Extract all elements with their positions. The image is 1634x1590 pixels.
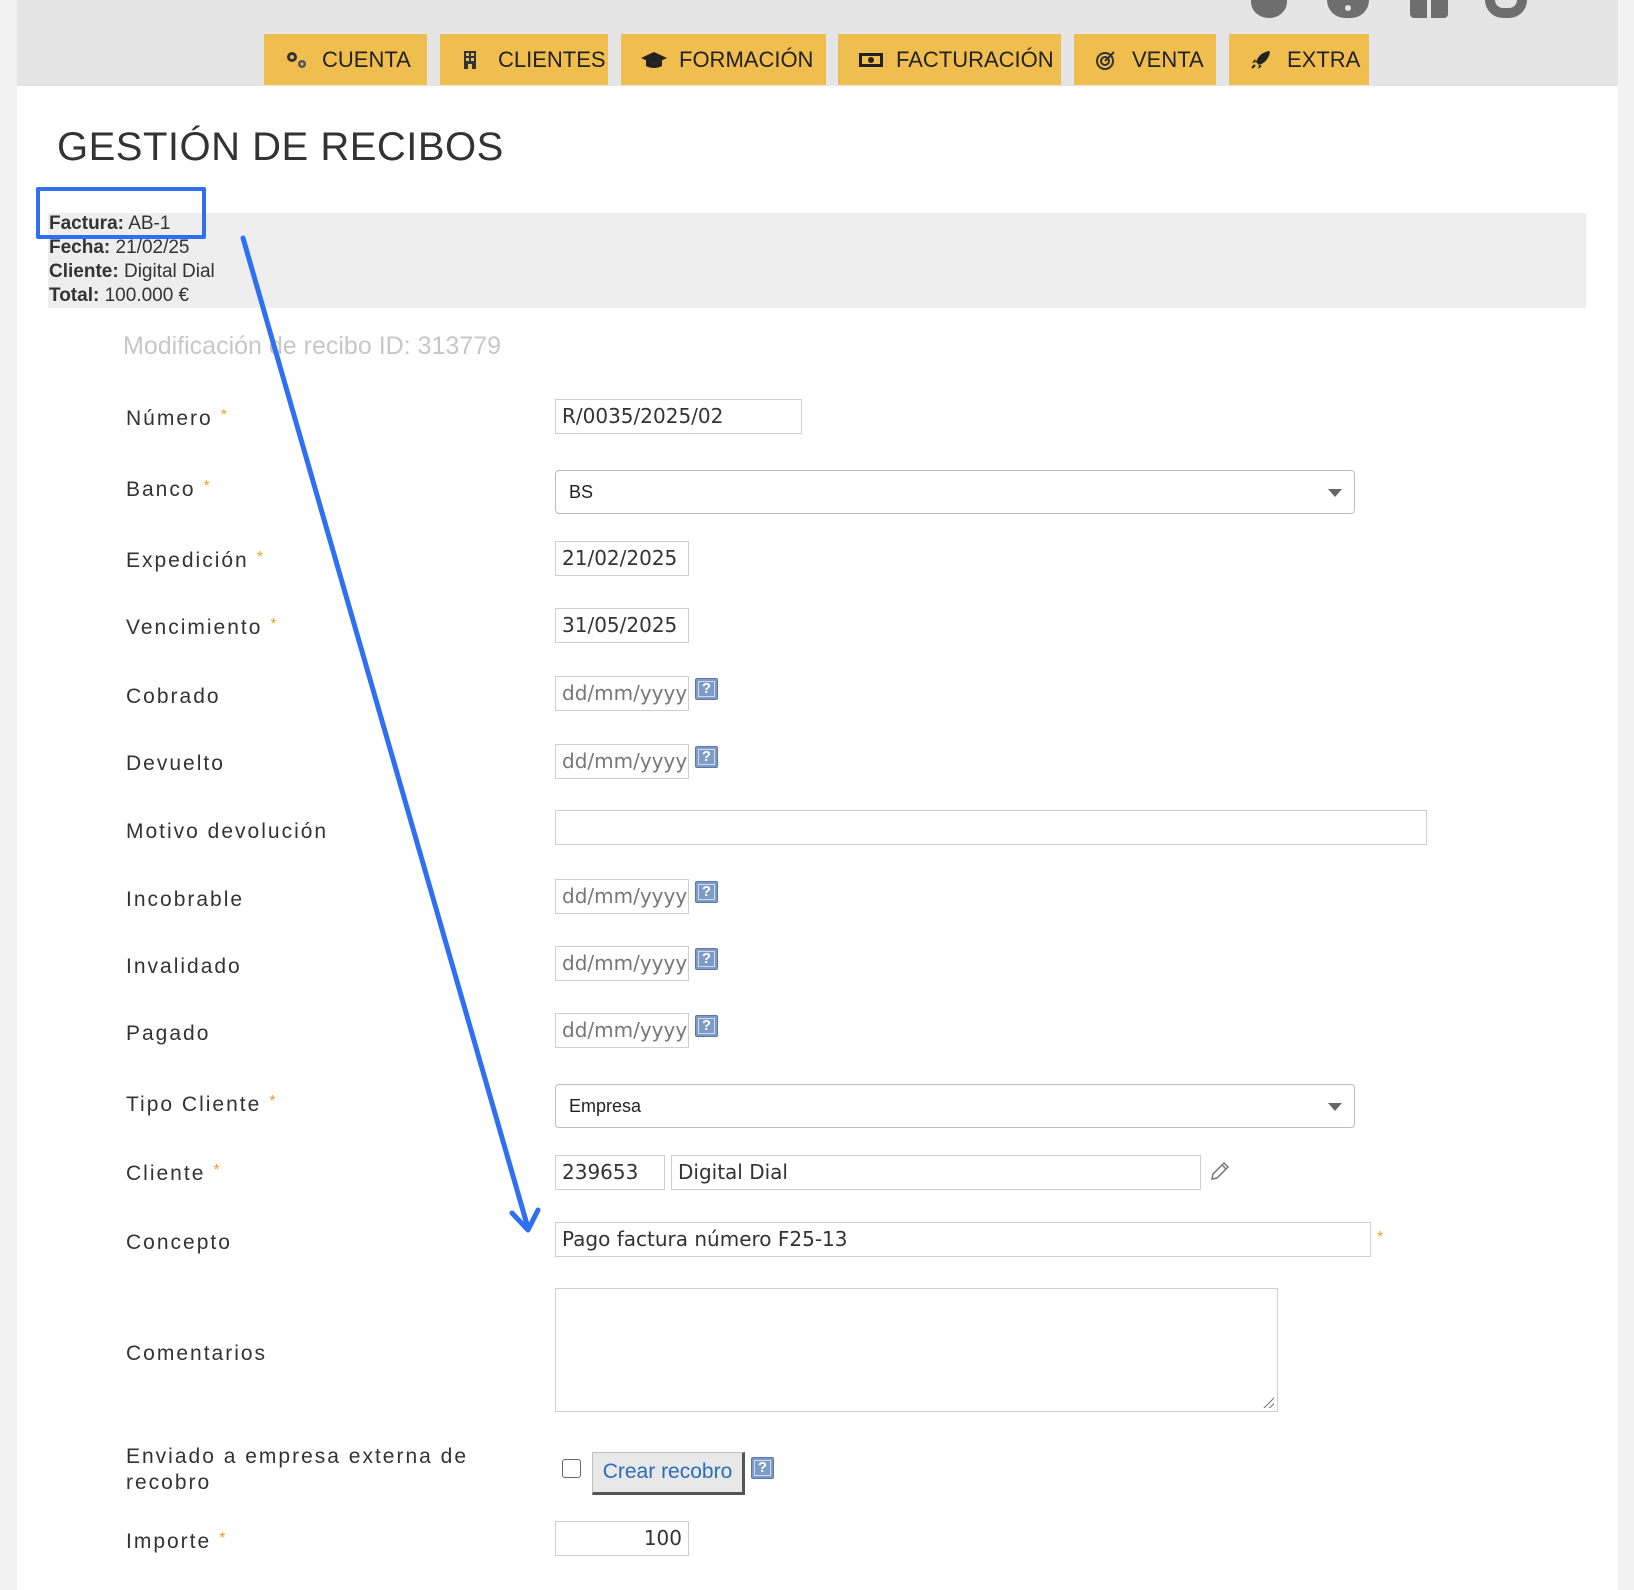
- label-cliente: Cliente *: [126, 1162, 220, 1185]
- money-bill-icon: [858, 50, 884, 70]
- invalidado-date-input[interactable]: dd/mm/yyyy: [555, 946, 689, 981]
- target-icon: [1094, 50, 1120, 70]
- help-icon[interactable]: ?: [751, 1457, 774, 1479]
- nav-cuenta[interactable]: CUENTA: [264, 34, 427, 85]
- label-devuelto: Devuelto: [126, 752, 225, 775]
- invoice-info-box: [48, 213, 1586, 308]
- nav-label: CUENTA: [322, 46, 411, 72]
- devuelto-date-input[interactable]: dd/mm/yyyy: [555, 744, 689, 779]
- comentarios-textarea[interactable]: [555, 1288, 1278, 1412]
- pencil-icon[interactable]: [1208, 1159, 1232, 1183]
- invoice-total: Total: 100.000 €: [49, 285, 190, 306]
- motivo-devolucion-input[interactable]: [555, 810, 1427, 845]
- chevron-down-icon: [1328, 1103, 1342, 1111]
- label-numero: Número *: [126, 407, 227, 430]
- nav-formacion[interactable]: FORMACIÓN: [621, 34, 826, 85]
- nav-label: EXTRA: [1287, 46, 1361, 72]
- nav-clientes[interactable]: CLIENTES: [440, 34, 608, 85]
- label-pagado: Pagado: [126, 1022, 211, 1045]
- page-title: GESTIÓN DE RECIBOS: [57, 125, 504, 169]
- gears-icon: [284, 50, 310, 70]
- help-icon[interactable]: ?: [695, 1015, 718, 1037]
- label-comentarios: Comentarios: [126, 1342, 268, 1365]
- nav-label: FACTURACIÓN: [896, 46, 1054, 72]
- nav-facturacion[interactable]: FACTURACIÓN: [838, 34, 1061, 85]
- form-subtitle: Modificación de recibo ID: 313779: [123, 332, 502, 360]
- label-incobrable: Incobrable: [126, 888, 245, 911]
- concepto-input[interactable]: Pago factura número F25-13: [555, 1222, 1371, 1257]
- label-vencimiento: Vencimiento *: [126, 616, 277, 639]
- label-enviado-recobro-line2: recobro: [126, 1471, 212, 1494]
- expedicion-date-input[interactable]: 21/02/2025: [555, 541, 689, 576]
- help-icon[interactable]: ?: [695, 948, 718, 970]
- rocket-icon: [1249, 50, 1275, 70]
- nav-label: FORMACIÓN: [679, 46, 814, 72]
- cliente-id-input[interactable]: 239653: [555, 1155, 665, 1190]
- cobrado-date-input[interactable]: dd/mm/yyyy: [555, 676, 689, 711]
- annotation-highlight-box: [36, 187, 206, 239]
- resize-handle-icon[interactable]: [1262, 1396, 1274, 1408]
- invoice-date: Fecha: 21/02/25: [49, 237, 190, 258]
- graduation-cap-icon: [641, 50, 667, 70]
- nav-label: CLIENTES: [498, 46, 606, 72]
- label-tipo-cliente: Tipo Cliente *: [126, 1093, 276, 1116]
- incobrable-date-input[interactable]: dd/mm/yyyy: [555, 879, 689, 914]
- chevron-down-icon: [1328, 489, 1342, 497]
- vencimiento-date-input[interactable]: 31/05/2025: [555, 608, 689, 643]
- invoice-client: Cliente: Digital Dial: [49, 261, 215, 282]
- required-mark: *: [1377, 1229, 1384, 1246]
- label-motivo-devolucion: Motivo devolución: [126, 820, 329, 843]
- cliente-name-input[interactable]: Digital Dial: [671, 1155, 1201, 1190]
- banco-select[interactable]: BS: [555, 470, 1355, 514]
- nav-extra[interactable]: EXTRA: [1229, 34, 1369, 85]
- nav-label: VENTA: [1132, 46, 1204, 72]
- crear-recobro-button[interactable]: Crear recobro: [592, 1452, 745, 1495]
- numero-input[interactable]: R/0035/2025/02: [555, 399, 802, 434]
- tipo-cliente-select[interactable]: Empresa: [555, 1084, 1355, 1128]
- nav-venta[interactable]: VENTA: [1074, 34, 1216, 85]
- label-cobrado: Cobrado: [126, 685, 221, 708]
- label-banco: Banco *: [126, 478, 210, 501]
- label-enviado-recobro: Enviado a empresa externa de: [126, 1445, 469, 1468]
- gift-icon[interactable]: [1410, 0, 1448, 18]
- building-icon: [460, 50, 486, 70]
- help-icon[interactable]: ?: [695, 881, 718, 903]
- enviado-recobro-checkbox[interactable]: [562, 1459, 581, 1478]
- importe-input[interactable]: 100: [555, 1521, 689, 1556]
- label-expedicion: Expedición *: [126, 549, 263, 572]
- label-importe: Importe *: [126, 1530, 226, 1553]
- help-icon[interactable]: ?: [695, 678, 718, 700]
- label-invalidado: Invalidado: [126, 955, 242, 978]
- help-icon[interactable]: ?: [695, 746, 718, 768]
- pagado-date-input[interactable]: dd/mm/yyyy: [555, 1013, 689, 1048]
- label-concepto: Concepto: [126, 1231, 232, 1254]
